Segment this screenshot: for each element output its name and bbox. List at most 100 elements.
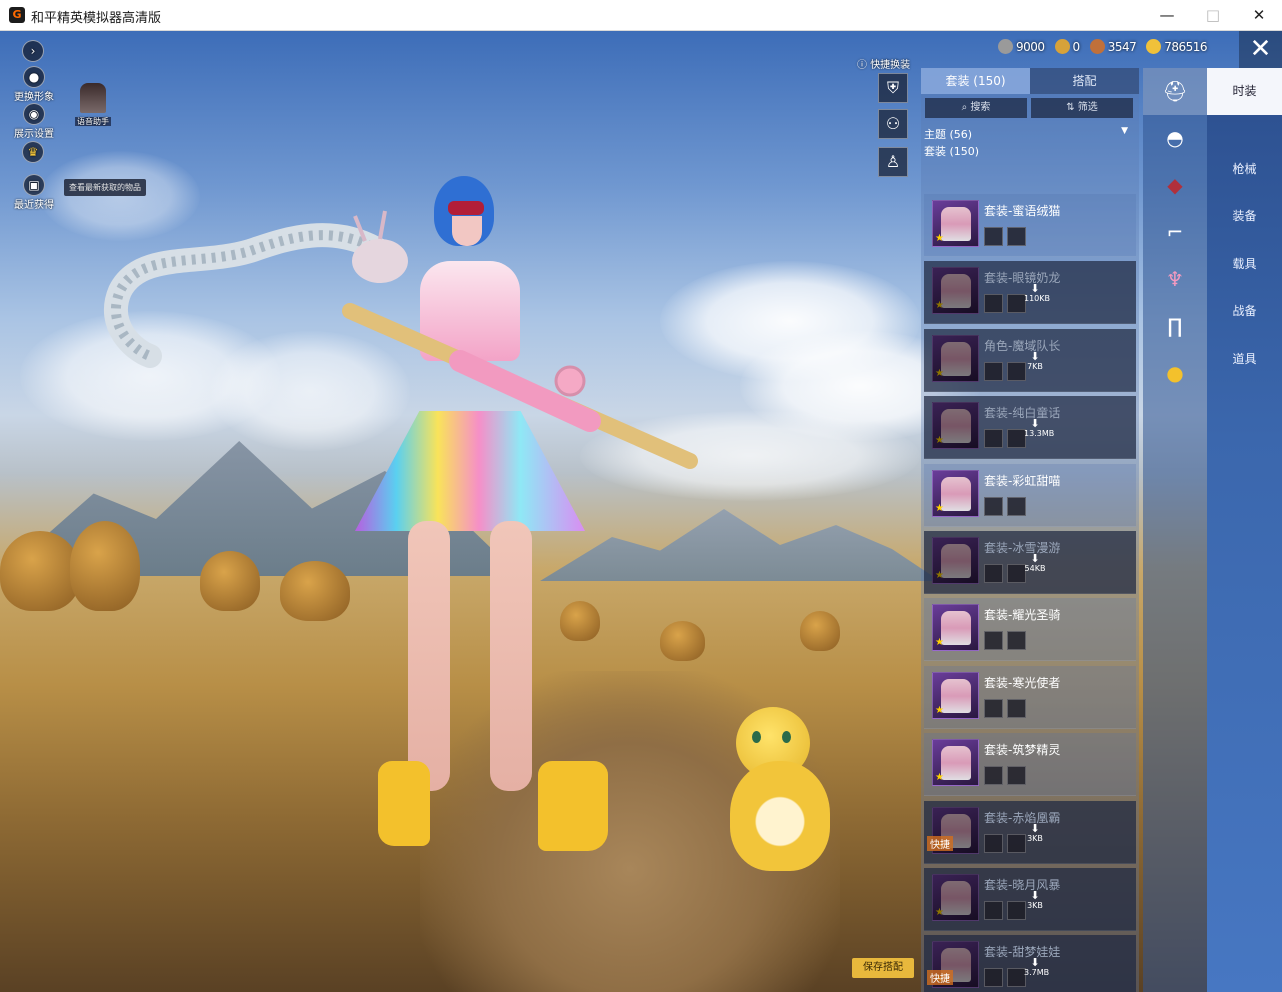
close-window-button[interactable]: ✕ (1236, 0, 1282, 30)
suit-row[interactable]: ★套装-赤焰凰霸⬇3KB (924, 800, 1136, 864)
game-scene: › ● 更换形象 ◉ 展示设置 ♛ ▣ 最近获得 查看最新获取的物品 语音助手 … (0, 31, 1282, 992)
tab-fashion[interactable]: 时装 (1207, 68, 1282, 115)
save-outfit-button[interactable]: 保存搭配 (852, 958, 914, 978)
suit-name: 套装-晓月风暴 (984, 878, 1061, 892)
emulator-window: G 和平精英模拟器高清版 — □ ✕ › ● 更换形象 ◉ 展示设置 ♛ ▣ 最… (0, 0, 1282, 992)
character-visor (448, 201, 484, 215)
suit-name: 套装-眼镜奶龙 (984, 271, 1061, 286)
tab-weapons[interactable]: 枪械 (1207, 146, 1282, 193)
star-icon: ★ (935, 367, 944, 379)
suit-part-thumbnail (1007, 698, 1026, 718)
bronze-amount: 3547 (1107, 39, 1137, 54)
maximize-button[interactable]: □ (1190, 0, 1236, 30)
star-icon: ★ (935, 907, 944, 918)
suit-row[interactable]: ★ 套装-纯白童话 ⬇ 13.3MB (924, 396, 1136, 460)
suit-thumbnail: ★ (932, 200, 979, 247)
quick-tag: 快捷 (927, 970, 953, 985)
quick-group-button[interactable]: ⚇ (878, 109, 908, 139)
change-look-label: 更换形象 (14, 92, 54, 103)
panel-tabs: 套装 (150) 搭配 (921, 68, 1139, 94)
rail-helmet-icon[interactable]: ◓ (1143, 115, 1207, 162)
download-button[interactable]: ⬇ 3.7MB (1024, 957, 1049, 977)
download-button[interactable]: ⬇ 3KB (1024, 823, 1046, 843)
voice-assistant-button[interactable]: 语音助手 (72, 83, 114, 127)
suit-count-label: 套装 (150) (924, 145, 980, 158)
minimize-button[interactable]: — (1144, 0, 1190, 30)
character-leg (490, 521, 532, 791)
suit-part-thumbnail (984, 698, 1003, 718)
suit-part-thumbnail (1007, 496, 1026, 516)
search-input[interactable]: ⌕ 搜索 (925, 98, 1027, 118)
suit-thumbnail: ★ (932, 604, 979, 652)
star-icon: ★ (935, 704, 944, 716)
tab-equipment[interactable]: 装备 (1207, 193, 1282, 240)
suit-row[interactable]: ★ 套装-寒光使者 (924, 665, 1136, 729)
star-icon: ★ (935, 435, 944, 447)
gold-amount: 786516 (1164, 39, 1208, 54)
tab-props[interactable]: 道具 (1207, 336, 1282, 383)
expand-menu-button[interactable]: › (22, 40, 44, 62)
display-settings-button[interactable]: ◉ 展示设置 (10, 103, 58, 140)
suit-row[interactable]: ★ 套装-蜜语绒猫 (924, 194, 1136, 257)
eye-icon: ◉ (23, 103, 45, 125)
tab-suits[interactable]: 套装 (150) (921, 68, 1030, 94)
rail-outfit-hat-icon[interactable]: ⛑ (1143, 68, 1207, 115)
group-icon: ⚇ (885, 114, 901, 133)
rail-mask-icon[interactable]: ◆ (1143, 162, 1207, 209)
category-tabs: 时装 枪械 装备 载具 战备 道具 (1207, 68, 1282, 992)
suit-row[interactable]: ★ 套装-彩虹甜喵 (924, 463, 1136, 527)
outfit-figure (941, 341, 971, 376)
suit-row[interactable]: ★ 套装-晓月风暴 ⬇ 3KB (924, 868, 1136, 931)
recent-items-button[interactable]: ▣ 最近获得 (10, 174, 58, 211)
download-button[interactable]: ⬇ 13.3MB (1024, 418, 1054, 438)
silver-amount: 9000 (1016, 39, 1045, 54)
change-look-button[interactable]: ● 更换形象 (10, 66, 58, 103)
rail-gun-icon[interactable]: ⌐ (1143, 209, 1207, 256)
outfit-figure (941, 611, 971, 646)
download-button[interactable]: ⬇ 110KB (1024, 282, 1050, 303)
rail-shoes-icon[interactable]: ● (1143, 350, 1207, 397)
figure-icon: ♙ (885, 152, 901, 171)
suit-part-thumbnail (984, 429, 1003, 449)
suit-name: 套装-寒光使者 (984, 675, 1061, 690)
currency-gold: 786516 (1146, 39, 1208, 54)
suit-row[interactable]: ★ 套装-筑梦精灵 (924, 733, 1136, 797)
close-icon[interactable]: ✕ (1239, 31, 1282, 68)
category-icon-rail: ⛑ ◓ ◆ ⌐ ♆ ∏ ● (1143, 68, 1207, 992)
suit-row[interactable]: ★ 套装-眼镜奶龙 ⬇ 110KB (924, 261, 1136, 325)
theme-dropdown[interactable]: 主题 (56) ▼ (924, 126, 1134, 142)
window-title: 和平精英模拟器高清版 (31, 11, 162, 26)
download-button[interactable]: ⬇ 54KB (1024, 553, 1046, 573)
quick-change-label[interactable]: ⓘ 快捷换装 (857, 56, 910, 71)
search-row: ⌕ 搜索 ⇅ 筛选 (925, 98, 1133, 118)
outfit-figure (941, 544, 971, 578)
download-icon: ⬇ (1030, 282, 1040, 296)
filter-button[interactable]: ⇅ 筛选 (1031, 98, 1133, 118)
suit-row[interactable]: ★套装-甜梦娃娃⬇3.7MB (924, 935, 1136, 992)
suit-name: 角色-魔域队长 (984, 338, 1061, 353)
outfit-figure (941, 678, 971, 713)
tab-vehicles[interactable]: 载具 (1207, 241, 1282, 288)
tab-match[interactable]: 搭配 (1030, 68, 1139, 94)
download-button[interactable]: ⬇ 7KB (1024, 351, 1046, 371)
quick-single-button[interactable]: ♙ (878, 147, 908, 177)
download-size: 3KB (1027, 833, 1043, 843)
quick-outfit-button[interactable]: ⛨ (878, 73, 908, 103)
star-icon: ★ (935, 570, 944, 581)
pet-eye (782, 731, 791, 743)
tab-battle-prep[interactable]: 战备 (1207, 288, 1282, 335)
app-logo-icon: G (9, 7, 25, 23)
rail-top-icon[interactable]: ♆ (1143, 256, 1207, 303)
suit-thumbnail: ★ (932, 402, 979, 450)
suit-row[interactable]: ★ 套装-冰雪漫游 ⬇ 54KB (924, 531, 1136, 594)
suit-row[interactable]: ★ 套装-耀光圣骑 (924, 598, 1136, 662)
suit-list-panel: 套装 (150) 搭配 ⌕ 搜索 ⇅ 筛选 主题 (56) ▼ 套装 (150) … (921, 68, 1139, 992)
suit-name: 套装-冰雪漫游 (984, 541, 1061, 555)
suit-part-thumbnail (984, 564, 1003, 583)
tree-shape (200, 551, 260, 611)
badge-button[interactable]: ♛ (22, 141, 44, 163)
download-button[interactable]: ⬇ 3KB (1024, 890, 1046, 910)
rail-pants-icon[interactable]: ∏ (1143, 303, 1207, 350)
outfit-figure (941, 409, 971, 444)
suit-row[interactable]: ★ 角色-魔域队长 ⬇ 7KB (924, 328, 1136, 392)
